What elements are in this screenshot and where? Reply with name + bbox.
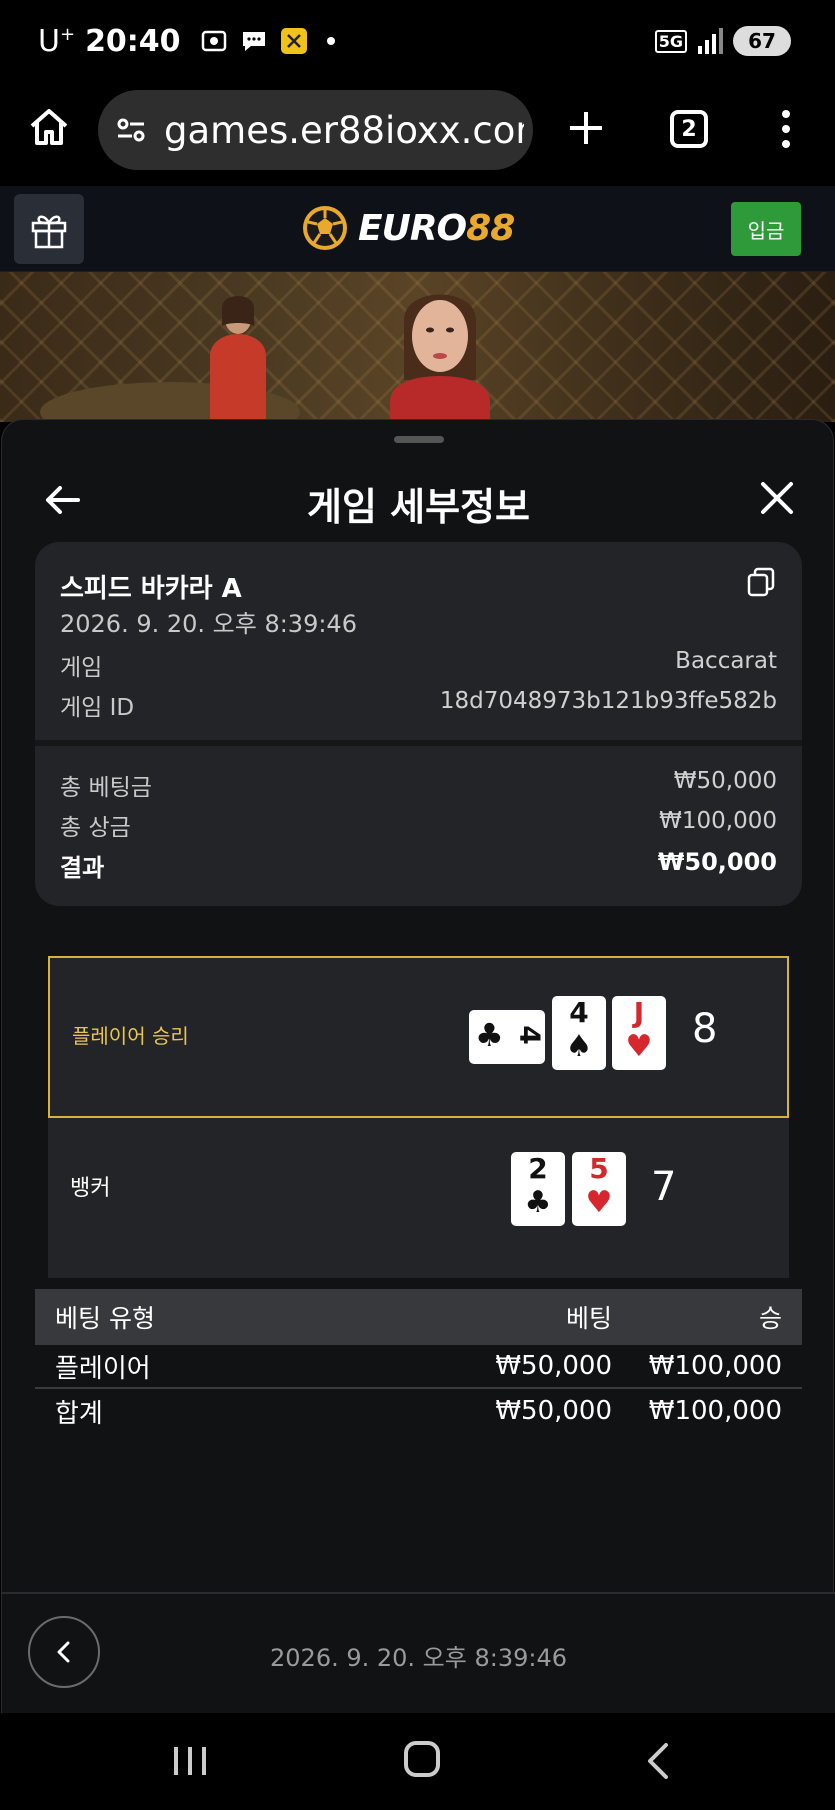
game-id-row: 게임 ID 18d7048973b121b93ffe582b bbox=[60, 688, 777, 722]
more-vert-icon[interactable] bbox=[774, 106, 798, 152]
gift-icon bbox=[31, 215, 67, 249]
header-bet-type: 베팅 유형 bbox=[55, 1304, 155, 1333]
system-nav-bar bbox=[0, 1713, 835, 1810]
card-rank: 5 bbox=[589, 1152, 609, 1185]
row-bet-type: 플레이어 bbox=[55, 1353, 151, 1384]
card-rank: 2 bbox=[528, 1152, 548, 1185]
card-rank: 4 bbox=[569, 996, 589, 1029]
header-win: 승 bbox=[758, 1304, 782, 1333]
card-rank: 4 bbox=[513, 1025, 547, 1045]
deposit-button[interactable]: 입금 bbox=[731, 202, 801, 256]
home-icon[interactable] bbox=[26, 104, 72, 150]
battery-indicator: 67 bbox=[733, 26, 791, 56]
video-dealer-far bbox=[210, 296, 266, 422]
soccer-ball-icon bbox=[303, 206, 347, 250]
bet-table: 베팅 유형 베팅 승 플레이어 ₩50,000 ₩100,000 합계 ₩50,… bbox=[35, 1289, 802, 1433]
total-win: ₩100,000 bbox=[648, 1396, 782, 1426]
live-video-banner bbox=[0, 272, 835, 422]
carrier-label: U+ bbox=[38, 23, 76, 59]
nav-home-icon[interactable] bbox=[404, 1741, 440, 1777]
card-suit: ♠ bbox=[565, 1029, 593, 1064]
card-suit: ♣ bbox=[524, 1185, 552, 1220]
game-id-label: 게임 ID bbox=[60, 695, 135, 721]
address-bar[interactable]: games.er88ioxx.com/ bbox=[98, 90, 533, 170]
chat-icon bbox=[242, 32, 265, 51]
card-rank: J bbox=[633, 996, 645, 1029]
bet-table-header: 베팅 유형 베팅 승 bbox=[35, 1289, 802, 1345]
card-suit: ♥ bbox=[585, 1185, 613, 1220]
banker-score: 7 bbox=[651, 1164, 677, 1210]
app-notification-icon bbox=[280, 28, 307, 54]
copy-icon[interactable] bbox=[746, 566, 776, 598]
total-prize-label: 총 상금 bbox=[60, 815, 131, 841]
banker-label: 뱅커 bbox=[70, 1176, 111, 1201]
sheet-header: 게임 세부정보 bbox=[2, 456, 835, 546]
network-type: 5G bbox=[654, 29, 687, 53]
gift-button[interactable] bbox=[14, 194, 84, 264]
table-total-row: 합계 ₩50,000 ₩100,000 bbox=[35, 1389, 802, 1433]
logo-text: EURO88 bbox=[358, 207, 515, 249]
site-header: EURO88 입금 bbox=[0, 186, 835, 272]
game-type-row: 게임 Baccarat bbox=[60, 648, 777, 682]
player-result-panel: 플레이어 승리 ♣ 4 4 ♠ J ♥ 8 bbox=[48, 956, 789, 1118]
tabs-icon[interactable]: 2 bbox=[670, 110, 708, 148]
card-suit: ♥ bbox=[625, 1029, 653, 1064]
signal-icon bbox=[698, 28, 723, 54]
card-divider bbox=[35, 740, 802, 746]
row-win: ₩100,000 bbox=[648, 1351, 782, 1381]
close-icon[interactable] bbox=[757, 478, 797, 518]
total-bet-row: 총 베팅금 ₩50,000 bbox=[60, 768, 777, 802]
player-score: 8 bbox=[692, 1006, 718, 1052]
game-type-label: 게임 bbox=[60, 655, 103, 681]
game-name: 스피드 바카라 A bbox=[60, 574, 242, 604]
site-info-icon[interactable] bbox=[114, 113, 148, 147]
result-label: 결과 bbox=[60, 854, 105, 882]
player-card-2: 4 ♠ bbox=[552, 996, 606, 1070]
plus-icon[interactable] bbox=[566, 108, 606, 148]
recents-icon[interactable] bbox=[170, 1743, 210, 1779]
total-type: 합계 bbox=[55, 1398, 103, 1429]
nav-back-icon[interactable] bbox=[642, 1741, 672, 1781]
result-value: ₩50,000 bbox=[657, 848, 777, 876]
player-card-1: ♣ 4 bbox=[469, 1010, 547, 1064]
banker-result-panel: 뱅커 2 ♣ 5 ♥ 7 bbox=[48, 1118, 789, 1278]
game-info-top: 스피드 바카라 A 2026. 9. 20. 오후 8:39:46 게임 Bac… bbox=[35, 542, 802, 740]
total-prize-value: ₩100,000 bbox=[659, 808, 777, 834]
game-datetime: 2026. 9. 20. 오후 8:39:46 bbox=[60, 610, 357, 638]
more-notifications-dot bbox=[326, 37, 335, 45]
total-bet-value: ₩50,000 bbox=[673, 768, 777, 794]
status-time: 20:40 bbox=[85, 23, 181, 59]
header-bet: 베팅 bbox=[565, 1304, 612, 1333]
player-win-label: 플레이어 승리 bbox=[72, 1024, 189, 1048]
status-bar: U+ 20:40 5G 67 bbox=[0, 0, 835, 82]
result-row: 결과 ₩50,000 bbox=[60, 848, 777, 883]
row-bet: ₩50,000 bbox=[495, 1351, 612, 1381]
player-card-3: J ♥ bbox=[612, 996, 666, 1070]
status-right: 5G 67 bbox=[654, 20, 791, 62]
sheet-title: 게임 세부정보 bbox=[307, 485, 530, 529]
url-text[interactable]: games.er88ioxx.com/ bbox=[164, 109, 524, 152]
game-type-value: Baccarat bbox=[675, 648, 777, 674]
game-info-card: 스피드 바카라 A 2026. 9. 20. 오후 8:39:46 게임 Bac… bbox=[35, 542, 802, 906]
card-suit: ♣ bbox=[475, 1016, 504, 1054]
video-dealer-near bbox=[390, 294, 490, 422]
banker-card-1: 2 ♣ bbox=[511, 1152, 565, 1226]
banker-card-2: 5 ♥ bbox=[572, 1152, 626, 1226]
footer-datetime: 2026. 9. 20. 오후 8:39:46 bbox=[270, 1644, 567, 1672]
total-prize-row: 총 상금 ₩100,000 bbox=[60, 808, 777, 842]
sheet-footer: 2026. 9. 20. 오후 8:39:46 bbox=[2, 1592, 835, 1714]
game-id-value: 18d7048973b121b93ffe582b bbox=[439, 688, 777, 714]
total-bet-label: 총 베팅금 bbox=[60, 775, 152, 801]
total-bet: ₩50,000 bbox=[495, 1396, 612, 1426]
game-detail-sheet: 게임 세부정보 스피드 바카라 A 2026. 9. 20. 오후 8:39:4… bbox=[1, 419, 835, 1714]
status-left: U+ 20:40 bbox=[38, 20, 335, 62]
screenshot-icon bbox=[201, 30, 226, 52]
table-row: 플레이어 ₩50,000 ₩100,000 bbox=[35, 1345, 802, 1389]
sheet-grabber[interactable] bbox=[394, 436, 444, 443]
site-logo[interactable]: EURO88 bbox=[300, 200, 515, 256]
browser-toolbar: games.er88ioxx.com/ 2 bbox=[0, 82, 835, 186]
